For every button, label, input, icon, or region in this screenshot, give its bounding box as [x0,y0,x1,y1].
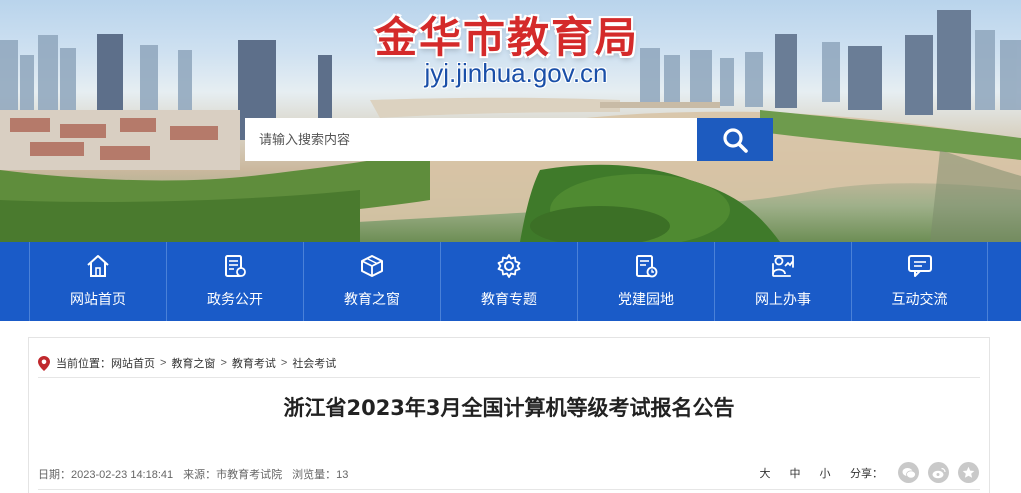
article-date: 日期：2023-02-23 14:18:41 [38,466,173,482]
site-title: 金华市教育局 [374,13,639,62]
font-size-small-button[interactable]: 小 [810,465,840,481]
wechat-icon[interactable] [898,462,919,483]
breadcrumb-item-home[interactable]: 网站首页 [111,355,155,371]
nav-item-label: 网上办事 [755,291,811,307]
search-button[interactable] [697,118,773,161]
weibo-icon[interactable] [928,462,949,483]
source-value: 市教育考试院 [216,469,283,481]
views-label: 浏览量： [292,469,337,481]
nav-item-party-building[interactable]: 党建园地 [577,242,714,321]
nav-item-label: 党建园地 [618,291,674,307]
source-label: 来源： [183,469,217,481]
document-icon [222,252,248,280]
nav-item-label: 互动交流 [891,291,948,307]
breadcrumb-item-education-window[interactable]: 教育之窗 [171,355,215,371]
header-banner: 金华市教育局 jyj.jinhua.gov.cn [0,0,1021,242]
breadcrumb-separator: > [160,357,167,369]
date-label: 日期： [38,469,71,481]
font-size-large-button[interactable]: 大 [750,465,780,481]
calendar-icon [633,252,659,280]
article-toolbar: 大 中 小 分享： [750,462,979,483]
favorite-icon[interactable] [958,462,979,483]
home-icon [85,252,111,280]
location-pin-icon [38,355,50,371]
cube-icon [359,252,385,280]
user-chart-icon [770,252,796,280]
views-value: 13 [336,469,349,481]
date-value: 2023-02-23 14:18:41 [71,469,174,481]
main-nav: 网站首页 政务公开 教育之窗 教育专题 党建园地 网上办事 互动交流 [0,242,1021,321]
breadcrumb-separator: > [280,357,288,369]
article-source: 来源：市教育考试院 [183,466,282,482]
search-input[interactable] [245,118,697,161]
nav-item-interaction[interactable]: 互动交流 [851,242,988,321]
nav-item-gov-affairs[interactable]: 政务公开 [166,242,303,321]
gear-icon [496,252,522,280]
breadcrumb-prefix: 当前位置： [56,358,111,370]
breadcrumb: 当前位置： 网站首页 > 教育之窗 > 教育考试 > 社会考试 [38,355,336,371]
nav-item-online-services[interactable]: 网上办事 [714,242,851,321]
nav-item-education-window[interactable]: 教育之窗 [303,242,440,321]
breadcrumb-divider [38,377,980,378]
article-title: 浙江省2023年3月全国计算机等级考试报名公告 [283,396,735,420]
article-views: 浏览量：13 [292,466,348,482]
breadcrumb-separator: > [220,357,227,369]
nav-item-label: 教育之窗 [344,291,400,307]
search-icon [723,127,748,153]
share-label: 分享： [850,467,883,480]
nav-item-label: 政务公开 [207,291,263,307]
article-meta: 日期：2023-02-23 14:18:41 来源：市教育考试院 浏览量：13 [38,466,348,482]
breadcrumb-item-education-exams[interactable]: 教育考试 [232,355,276,371]
nav-item-education-topics[interactable]: 教育专题 [440,242,577,321]
nav-item-label: 教育专题 [481,291,537,307]
site-domain: jyj.jinhua.gov.cn [424,58,608,88]
font-size-medium-button[interactable]: 中 [780,465,810,481]
nav-item-label: 网站首页 [70,291,126,307]
nav-item-home[interactable]: 网站首页 [29,242,166,321]
breadcrumb-item-social-exams[interactable]: 社会考试 [292,355,336,371]
chat-icon [906,252,934,280]
meta-divider [38,489,980,490]
